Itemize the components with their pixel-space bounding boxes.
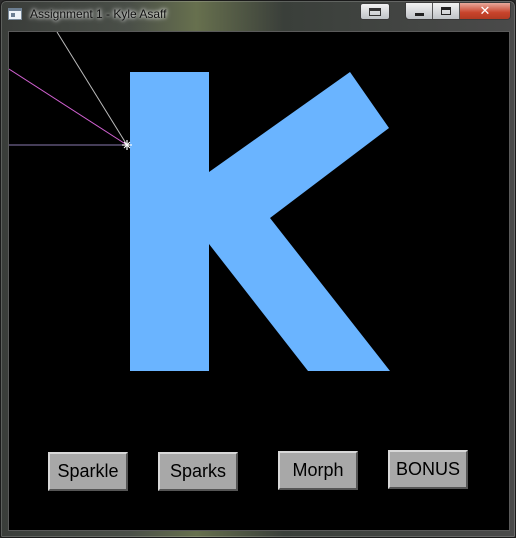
minimize-button[interactable]: [406, 3, 433, 19]
bonus-button[interactable]: BONUS: [388, 450, 468, 489]
window-icon[interactable]: [8, 8, 22, 20]
sparkle-button[interactable]: Sparkle: [48, 452, 128, 491]
maximize-button[interactable]: [433, 3, 460, 19]
minimize-icon: [414, 12, 424, 16]
morph-button[interactable]: Morph: [278, 451, 358, 490]
spark-line: [9, 68, 128, 146]
window-controls: ✕: [405, 2, 511, 20]
app-window: Assignment 1 - Kyle Asaff ✕ Sparkle Spar…: [0, 0, 516, 538]
letter-k: [130, 72, 390, 371]
sparks-button[interactable]: Sparks: [158, 452, 238, 491]
close-button[interactable]: ✕: [460, 3, 510, 19]
spark-line: [56, 32, 128, 146]
window-icon: [369, 7, 381, 16]
maximize-icon: [441, 7, 451, 15]
window-title: Assignment 1 - Kyle Asaff: [30, 7, 167, 21]
close-icon: ✕: [479, 3, 491, 19]
title-bar[interactable]: Assignment 1 - Kyle Asaff ✕: [1, 1, 516, 27]
extra-window-button[interactable]: [360, 3, 390, 20]
